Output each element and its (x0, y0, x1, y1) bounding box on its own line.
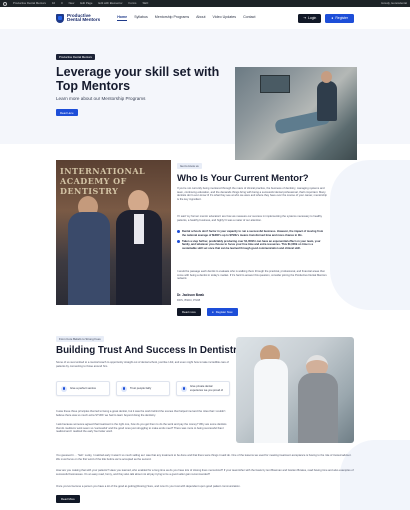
user-icon: ● (212, 310, 214, 314)
mentor-paragraph-1: If you're not currently being mentored t… (177, 187, 327, 202)
dentist-head-shape (321, 71, 332, 83)
site-logo[interactable]: Productive Dental Mentors (56, 13, 101, 23)
hero-title: Leverage your skill set with Top Mentors (56, 65, 220, 93)
nav-mentorship[interactable]: Mentorship Programs (155, 15, 189, 21)
mentor-paragraph-2: If I said 'my former mentor educators' a… (177, 215, 323, 222)
admin-bar-account[interactable]: Howdy, leoreisdental (381, 0, 407, 7)
admin-bar-site[interactable]: Productive Dental Mentors (13, 0, 46, 7)
login-button[interactable]: ⇥ Login (298, 13, 322, 23)
checklist-item: Taken a step further, predictably produc… (177, 240, 327, 251)
trust-paragraph-2: I ask because someone agreed that treatm… (56, 423, 227, 434)
nav-syllabus[interactable]: Syllabus (134, 15, 148, 21)
hero-section: Productive Dental Mentors Leverage your … (0, 29, 410, 160)
mentor-paragraph-3: I would be passage each dentist to evalu… (177, 270, 327, 281)
mentor-tag: Get to know us (177, 163, 202, 169)
admin-bar-new[interactable]: New (69, 0, 75, 7)
register-button[interactable]: ● Register (325, 13, 354, 23)
read-more-button[interactable]: Read more (177, 308, 201, 316)
feature-card: Give a perfect service (56, 381, 110, 396)
feature-card: Give private dental experience we you pr… (176, 381, 230, 396)
dentist-coat-shape (254, 359, 288, 443)
admin-bar-seo[interactable]: SEO (142, 0, 148, 7)
trust-paragraph-5: Once you've become a person you have a l… (56, 485, 241, 488)
trust-paragraph-3: You guessed it … 'Sell.' Lucky, I realiz… (56, 454, 352, 461)
login-icon: ⇥ (303, 16, 306, 20)
admin-bar-forms[interactable]: Forms (129, 0, 137, 7)
mentor-shirt (134, 214, 144, 244)
register-label: Register (335, 16, 348, 20)
nav-home[interactable]: Home (117, 15, 128, 21)
check-circle-icon (177, 230, 180, 234)
dentist-shape (317, 81, 337, 121)
experience-icon (181, 385, 187, 392)
site-header: Productive Dental Mentors Home Syllabus … (0, 7, 410, 29)
nav-about[interactable]: About (196, 15, 205, 21)
patient-body-shape (298, 373, 338, 443)
service-icon (61, 385, 67, 392)
academy-sign: INTERNATIONAL ACADEMY OF DENTISTRY (60, 166, 146, 196)
mentor-photo: INTERNATIONAL ACADEMY OF DENTISTRY (56, 160, 171, 305)
mentor-name: Dr. Jackson Bwak (177, 293, 205, 297)
hero-dental-photo (235, 67, 357, 160)
dentist-patient-photo (236, 337, 354, 443)
register-now-label: Register Now (215, 310, 233, 314)
mentor-body-1 (68, 212, 110, 305)
check-circle-icon (177, 240, 180, 244)
trust-paragraph-1: It was these three principles that led t… (56, 410, 226, 417)
trust-title: Building Trust And Success In Dentistry (56, 345, 243, 356)
admin-bar-elementor[interactable]: Edit with Elementor (98, 0, 122, 7)
trust-intro: Some of us succumbed to a mentor/coach t… (56, 361, 229, 368)
decorative-backdrop (330, 160, 410, 310)
mentor-checklist: Dental schools don't factor in your capa… (177, 230, 327, 253)
admin-bar-edit-page[interactable]: Edit Page (80, 0, 92, 7)
hero-pill: Productive Dental Mentors (56, 54, 95, 60)
logo-line-2: Dental Mentors (67, 17, 101, 22)
tooth-logo-icon (56, 13, 64, 23)
main-nav: Home Syllabus Mentorship Programs About … (117, 15, 255, 21)
feature-card: Trust people fairly (116, 381, 170, 396)
login-label: Login (308, 16, 317, 20)
trust-paragraph-4: How are you making that with your patien… (56, 469, 354, 476)
nav-contact[interactable]: Contact (243, 15, 255, 21)
trust-read-more-button[interactable]: Read More (56, 495, 80, 503)
wordpress-icon[interactable] (3, 1, 7, 6)
checklist-item: Dental schools don't factor in your capa… (177, 230, 327, 237)
register-now-button[interactable]: ● Register Now (207, 308, 238, 316)
user-icon: ● (331, 16, 334, 20)
wp-admin-bar: Productive Dental Mentors 10 0 New Edit … (0, 0, 410, 7)
mentor-title: Who Is Your Current Mentor? (177, 173, 309, 184)
admin-bar-comments[interactable]: 0 (61, 0, 63, 7)
trust-icon (121, 385, 127, 392)
nav-video-updates[interactable]: Video Updates (213, 15, 237, 21)
hero-read-button[interactable]: Read Here (56, 109, 78, 116)
admin-bar-updates[interactable]: 10 (52, 0, 55, 7)
feature-cards: Give a perfect service Trust people fair… (56, 381, 230, 396)
hero-subtitle: Learn more about our Mentorship Programs (56, 96, 146, 101)
trust-tag: From Core Beliefs to Strong Foes (56, 336, 104, 342)
monitor-shape (260, 75, 290, 93)
mentor-role: DDS, BSDir, PhD8 (177, 298, 201, 302)
